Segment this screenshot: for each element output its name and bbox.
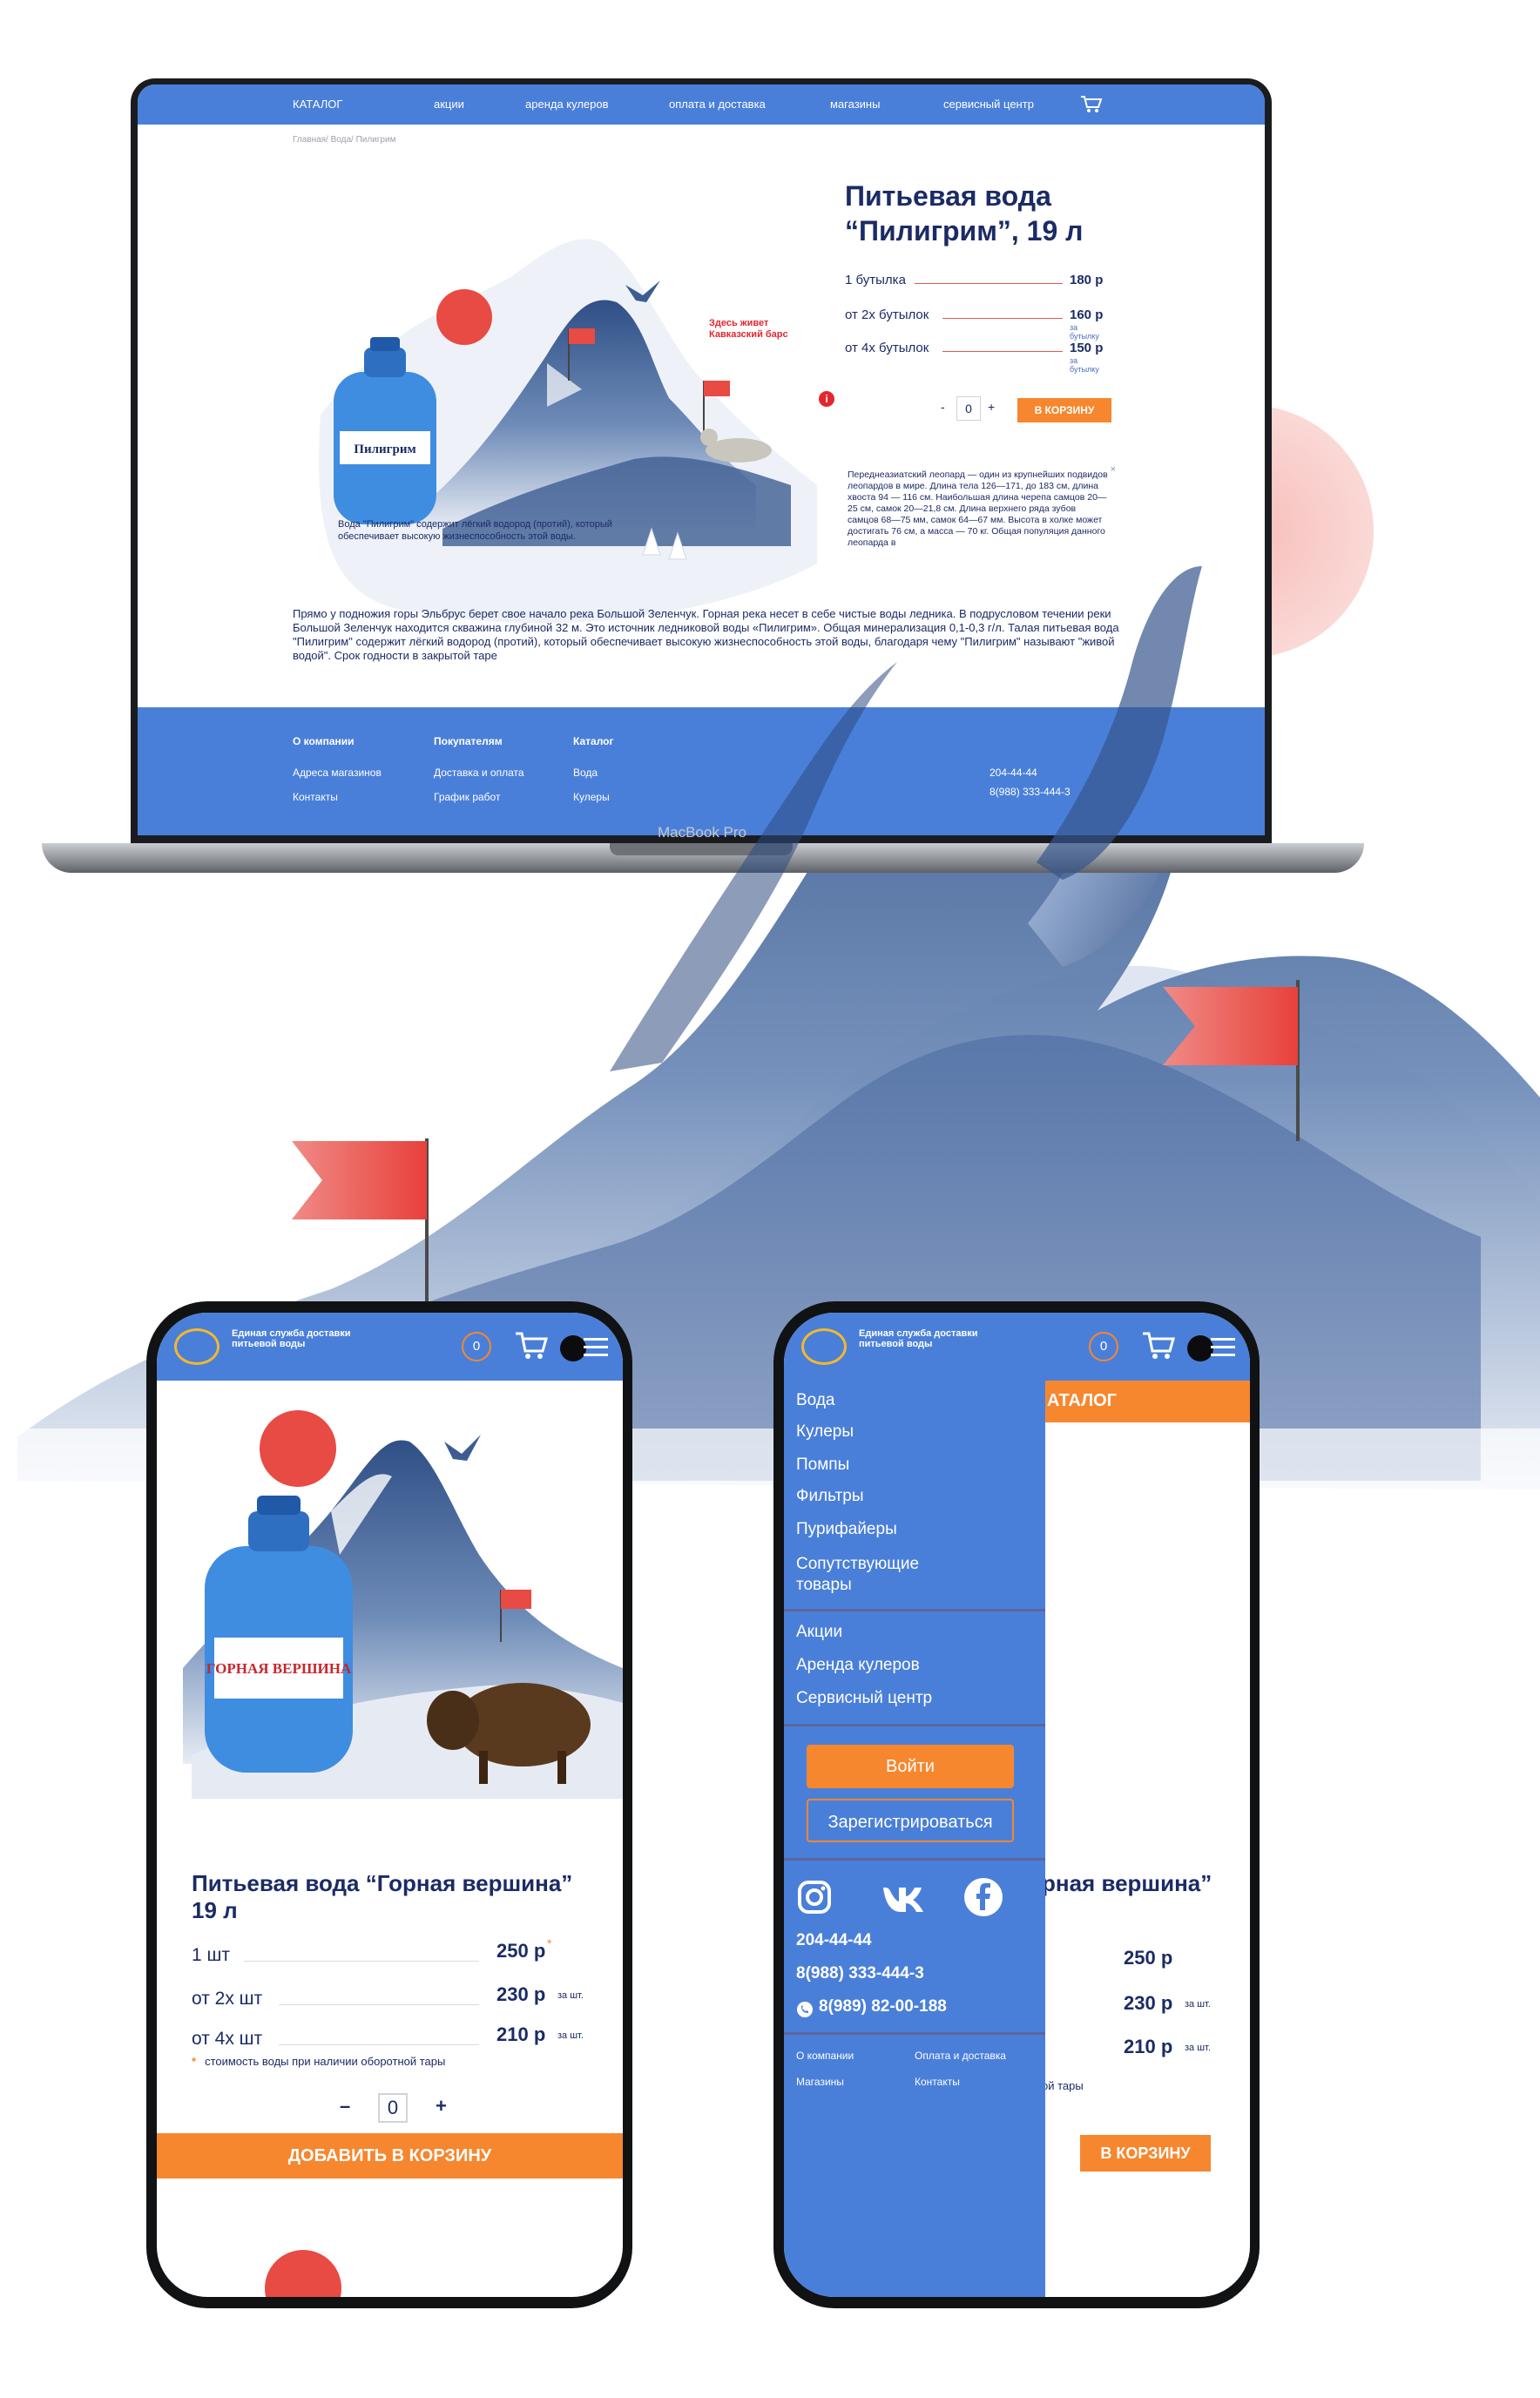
logo-text[interactable]: Единая служба доставки питьевой воды [859, 1328, 998, 1349]
price-note: * стоимость воды при наличии оборотной та… [192, 2055, 445, 2068]
product-title-line2: 19 л [192, 1897, 238, 1923]
menu-item-pumps[interactable]: Помпы [796, 1456, 849, 1475]
behind-price: 230 р [1124, 1992, 1173, 2014]
phone-product-illustration: ГОРНАЯ ВЕРШИНА [183, 1410, 623, 1799]
product-title-line1: Питьевая вода “Горная вершина” [192, 1870, 573, 1896]
login-button[interactable]: Войти [807, 1745, 1014, 1788]
menu-divider [784, 2032, 1045, 2035]
mobile-header: Единая служба доставки питьевой воды 0 [157, 1313, 623, 1381]
logo-icon[interactable] [174, 1328, 220, 1365]
price-unit: за шт. [557, 1990, 584, 2001]
phone-number[interactable]: 204-44-44 [796, 1931, 872, 1950]
menu-icon[interactable] [584, 1338, 608, 1357]
register-button[interactable]: Зарегистрироваться [807, 1799, 1014, 1842]
add-to-cart-button[interactable]: ДОБАВИТЬ В КОРЗИНУ [157, 2133, 623, 2178]
price-value: 230 р [496, 1983, 546, 2005]
menu-item-cooler-rent[interactable]: Аренда кулеров [796, 1656, 920, 1675]
menu-item-coolers[interactable]: Кулеры [796, 1422, 854, 1442]
menu-item-accessories[interactable]: Сопутствующие [796, 1555, 919, 1574]
logo-icon[interactable] [801, 1328, 847, 1365]
red-sun [265, 2250, 341, 2297]
phone-number[interactable]: 8(988) 333-444-3 [796, 1964, 924, 1983]
instagram-icon[interactable] [796, 1879, 833, 1915]
phone-menu-screen: Единая служба доставки питьевой воды 0 А… [784, 1313, 1250, 2297]
behind-note: ой тары [1042, 2079, 1084, 2092]
footer-link[interactable]: Оплата и доставка [915, 2050, 1006, 2062]
mobile-header: Единая служба доставки питьевой воды 0 [784, 1313, 1250, 1381]
note-text: стоимость воды при наличии оборотной тар… [205, 2055, 446, 2068]
camera-cutout [560, 1335, 586, 1361]
cart-icon[interactable] [1141, 1330, 1176, 1361]
price-divider [279, 2044, 479, 2045]
menu-divider [784, 1724, 1045, 1726]
menu-item-water[interactable]: Вода [796, 1391, 834, 1410]
menu-item-purifiers[interactable]: Пурифайеры [796, 1520, 897, 1539]
cart-icon[interactable] [514, 1330, 549, 1361]
price-unit: за шт. [557, 2030, 584, 2041]
menu-item-accessories-line2[interactable]: товары [796, 1576, 852, 1595]
price-divider [279, 2004, 479, 2005]
qty-minus-button[interactable]: – [340, 2095, 350, 2118]
camera-cutout [1187, 1335, 1213, 1361]
cart-count-badge[interactable]: 0 [1089, 1332, 1118, 1361]
price-row: 1 шт 250 р * [192, 1936, 601, 1966]
price-label: 1 шт [192, 1945, 230, 1965]
presentation-canvas: КАТАЛОГ акции аренда кулеров оплата и до… [0, 0, 1540, 2398]
catalog-tab[interactable]: АТАЛОГ [1038, 1381, 1250, 1422]
menu-item-filters[interactable]: Фильтры [796, 1487, 863, 1506]
facebook-icon[interactable] [963, 1877, 1003, 1917]
bird-shape [444, 1435, 481, 1461]
menu-divider [784, 1858, 1045, 1861]
product-title: Питьевая вода “Горная вершина” 19 л [192, 1870, 592, 1924]
behind-unit: за шт. [1185, 1999, 1211, 2010]
menu-divider [784, 1609, 1045, 1611]
footer-link[interactable]: Контакты [915, 2076, 960, 2088]
qty-input[interactable]: 0 [378, 2093, 408, 2123]
price-label: от 2х шт [192, 1989, 263, 2009]
bottle-label: ГОРНАЯ ВЕРШИНА [206, 1660, 352, 1677]
menu-drawer: Вода Кулеры Помпы Фильтры Пурифайеры Соп… [784, 1381, 1045, 2297]
behind-price: 250 р [1124, 1947, 1173, 1969]
cart-count-badge[interactable]: 0 [462, 1332, 491, 1361]
price-value: 250 р [496, 1940, 546, 1962]
logo-text[interactable]: Единая служба доставки питьевой воды [232, 1328, 371, 1349]
quantity-stepper: – 0 + [331, 2093, 462, 2123]
price-divider [244, 1961, 479, 1962]
price-star: * [547, 1936, 552, 1950]
catalog-tab-label: АТАЛОГ [1047, 1391, 1118, 1410]
add-to-cart-button[interactable]: В КОРЗИНУ [1080, 2135, 1211, 2172]
red-sun [260, 1410, 336, 1487]
vk-icon[interactable] [881, 1879, 927, 1915]
price-row: от 4х шт 210 р за шт. [192, 2023, 601, 2050]
footer-link[interactable]: О компании [796, 2050, 854, 2062]
price-label: от 4х шт [192, 2029, 263, 2049]
price-value: 210 р [496, 2023, 546, 2045]
menu-item-promos[interactable]: Акции [796, 1623, 842, 1642]
note-star: * [192, 2055, 197, 2068]
price-row: от 2х шт 230 р за шт. [192, 1983, 601, 2010]
behind-title: рная вершина” [1042, 1870, 1212, 1896]
whatsapp-icon [797, 2002, 813, 2017]
qty-plus-button[interactable]: + [436, 2095, 447, 2118]
behind-price: 210 р [1124, 2036, 1173, 2057]
whatsapp-number[interactable]: 8(989) 82-00-188 [819, 1997, 947, 2016]
behind-unit: за шт. [1185, 2043, 1211, 2053]
footer-link[interactable]: Магазины [796, 2076, 844, 2088]
menu-item-service-center[interactable]: Сервисный центр [796, 1689, 932, 1708]
phone-product-screen: Единая служба доставки питьевой воды 0 Г… [157, 1313, 623, 2297]
menu-icon[interactable] [1211, 1338, 1235, 1357]
